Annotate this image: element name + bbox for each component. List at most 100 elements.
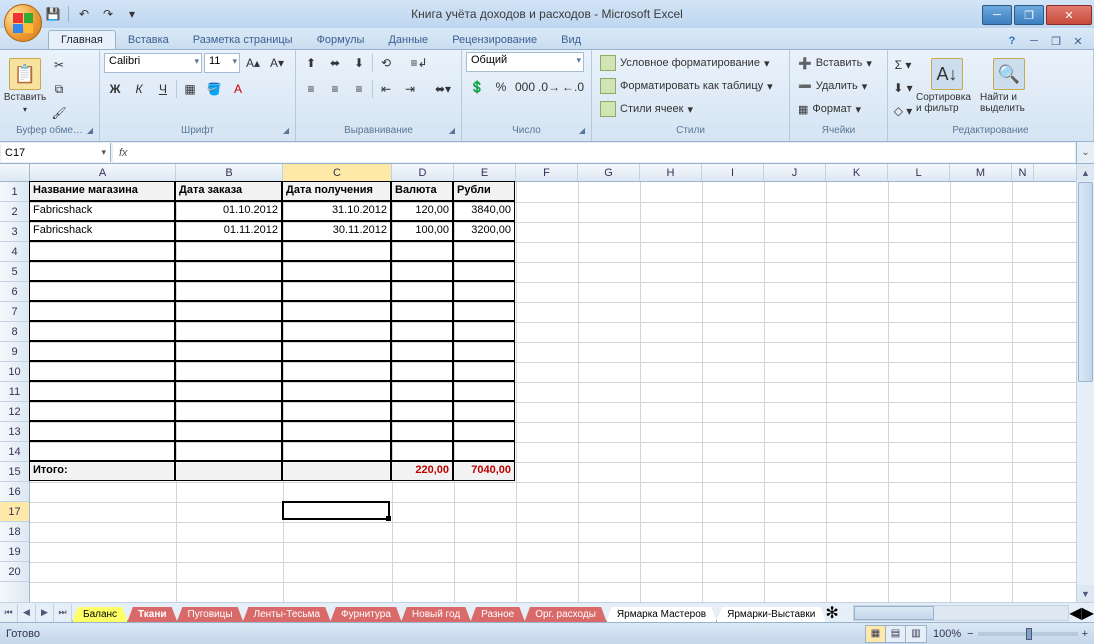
- font-dialog-icon[interactable]: ◢: [283, 126, 289, 135]
- fx-icon[interactable]: fx: [119, 147, 128, 159]
- cell-C4[interactable]: [282, 241, 391, 261]
- align-bottom-icon[interactable]: ⬇: [348, 52, 370, 74]
- wrap-text-icon[interactable]: ≡↲: [399, 52, 439, 74]
- cell-B2[interactable]: 01.10.2012: [175, 201, 282, 221]
- cell-A5[interactable]: [29, 261, 175, 281]
- cell-E2[interactable]: 3840,00: [453, 201, 515, 221]
- col-header-B[interactable]: B: [176, 164, 283, 181]
- cell-A15[interactable]: Итого:: [29, 461, 175, 481]
- prev-sheet-icon[interactable]: ◀: [18, 604, 36, 622]
- row-header-18[interactable]: 18: [0, 522, 29, 542]
- cell-B7[interactable]: [175, 301, 282, 321]
- cell-B6[interactable]: [175, 281, 282, 301]
- cell-D15[interactable]: 220,00: [391, 461, 453, 481]
- row-header-13[interactable]: 13: [0, 422, 29, 442]
- cell-A8[interactable]: [29, 321, 175, 341]
- tab-view[interactable]: Вид: [549, 31, 593, 49]
- alignment-dialog-icon[interactable]: ◢: [449, 126, 455, 135]
- cell-A7[interactable]: [29, 301, 175, 321]
- cell-B9[interactable]: [175, 341, 282, 361]
- namebox-dropdown-icon[interactable]: ▾: [101, 147, 106, 158]
- cell-E4[interactable]: [453, 241, 515, 261]
- row-header-15[interactable]: 15: [0, 462, 29, 482]
- cell-D12[interactable]: [391, 401, 453, 421]
- cell-D5[interactable]: [391, 261, 453, 281]
- col-header-A[interactable]: A: [30, 164, 176, 181]
- cell-E7[interactable]: [453, 301, 515, 321]
- cell-C5[interactable]: [282, 261, 391, 281]
- font-color-icon[interactable]: A: [227, 78, 249, 100]
- sheet-tab-Ярмарки-Выставки[interactable]: Ярмарки-Выставки: [716, 607, 825, 623]
- tab-insert[interactable]: Вставка: [116, 31, 181, 49]
- conditional-formatting-button[interactable]: Условное форматирование ▾: [596, 52, 777, 74]
- cell-D8[interactable]: [391, 321, 453, 341]
- scroll-up-icon[interactable]: ▲: [1077, 164, 1094, 181]
- cell-A12[interactable]: [29, 401, 175, 421]
- cell-A9[interactable]: [29, 341, 175, 361]
- help-icon[interactable]: ?: [1004, 33, 1020, 49]
- decrease-decimal-icon[interactable]: ←.0: [562, 76, 584, 98]
- cell-C8[interactable]: [282, 321, 391, 341]
- cell-D7[interactable]: [391, 301, 453, 321]
- office-button[interactable]: [4, 4, 42, 42]
- decrease-indent-icon[interactable]: ⇤: [375, 78, 397, 100]
- row-header-9[interactable]: 9: [0, 342, 29, 362]
- cell-A6[interactable]: [29, 281, 175, 301]
- minimize-button[interactable]: ─: [982, 5, 1012, 25]
- cell-A3[interactable]: Fabricshack: [29, 221, 175, 241]
- cell-A13[interactable]: [29, 421, 175, 441]
- sheet-tab-Фурнитура[interactable]: Фурнитура: [330, 607, 402, 623]
- row-header-11[interactable]: 11: [0, 382, 29, 402]
- cell-B1[interactable]: Дата заказа: [175, 181, 282, 201]
- col-header-M[interactable]: M: [950, 164, 1012, 181]
- cell-D9[interactable]: [391, 341, 453, 361]
- select-all-button[interactable]: [0, 164, 30, 182]
- vscroll-thumb[interactable]: [1078, 182, 1093, 382]
- cell-E13[interactable]: [453, 421, 515, 441]
- align-top-icon[interactable]: ⬆: [300, 52, 322, 74]
- tab-home[interactable]: Главная: [48, 30, 116, 49]
- zoom-out-icon[interactable]: −: [967, 628, 973, 640]
- name-box[interactable]: ▾: [1, 143, 111, 162]
- scroll-right-icon[interactable]: ▶: [1082, 603, 1094, 623]
- format-as-table-button[interactable]: Форматировать как таблицу ▾: [596, 75, 777, 97]
- increase-font-icon[interactable]: A▴: [242, 52, 264, 74]
- cell-C11[interactable]: [282, 381, 391, 401]
- cell-B8[interactable]: [175, 321, 282, 341]
- close-workbook-icon[interactable]: ✕: [1070, 33, 1086, 49]
- col-header-G[interactable]: G: [578, 164, 640, 181]
- merge-center-icon[interactable]: ⬌▾: [423, 78, 463, 100]
- cell-B14[interactable]: [175, 441, 282, 461]
- delete-cells-button[interactable]: ➖Удалить ▾: [794, 75, 876, 97]
- sheet-tab-Ярмарка Мастеров[interactable]: Ярмарка Мастеров: [606, 607, 717, 623]
- tab-review[interactable]: Рецензирование: [440, 31, 549, 49]
- font-name-combo[interactable]: Calibri: [104, 53, 202, 73]
- minimize-ribbon-icon[interactable]: ─: [1026, 33, 1042, 49]
- cell-C3[interactable]: 30.11.2012: [282, 221, 391, 241]
- format-painter-icon[interactable]: 🖌: [48, 102, 70, 124]
- spreadsheet-grid[interactable]: ABCDEFGHIJKLMN 1234567891011121314151617…: [0, 164, 1094, 622]
- align-center-icon[interactable]: ≡: [324, 78, 346, 100]
- cell-D13[interactable]: [391, 421, 453, 441]
- row-header-5[interactable]: 5: [0, 262, 29, 282]
- currency-icon[interactable]: 💲: [466, 76, 488, 98]
- sheet-tab-Разное[interactable]: Разное: [470, 607, 525, 623]
- tab-data[interactable]: Данные: [376, 31, 440, 49]
- col-header-D[interactable]: D: [392, 164, 454, 181]
- align-left-icon[interactable]: ≡: [300, 78, 322, 100]
- col-header-E[interactable]: E: [454, 164, 516, 181]
- cell-B3[interactable]: 01.11.2012: [175, 221, 282, 241]
- cell-C7[interactable]: [282, 301, 391, 321]
- format-cells-button[interactable]: ▦Формат ▾: [794, 98, 876, 120]
- cell-C6[interactable]: [282, 281, 391, 301]
- sheet-tab-Орг. расходы[interactable]: Орг. расходы: [524, 607, 607, 623]
- cell-E12[interactable]: [453, 401, 515, 421]
- underline-button[interactable]: Ч: [152, 78, 174, 100]
- copy-icon[interactable]: ⧉: [48, 78, 70, 100]
- cell-B5[interactable]: [175, 261, 282, 281]
- row-header-1[interactable]: 1: [0, 182, 29, 202]
- cell-D4[interactable]: [391, 241, 453, 261]
- qat-more-icon[interactable]: ▾: [121, 3, 143, 25]
- formula-input[interactable]: [134, 145, 1069, 160]
- row-header-10[interactable]: 10: [0, 362, 29, 382]
